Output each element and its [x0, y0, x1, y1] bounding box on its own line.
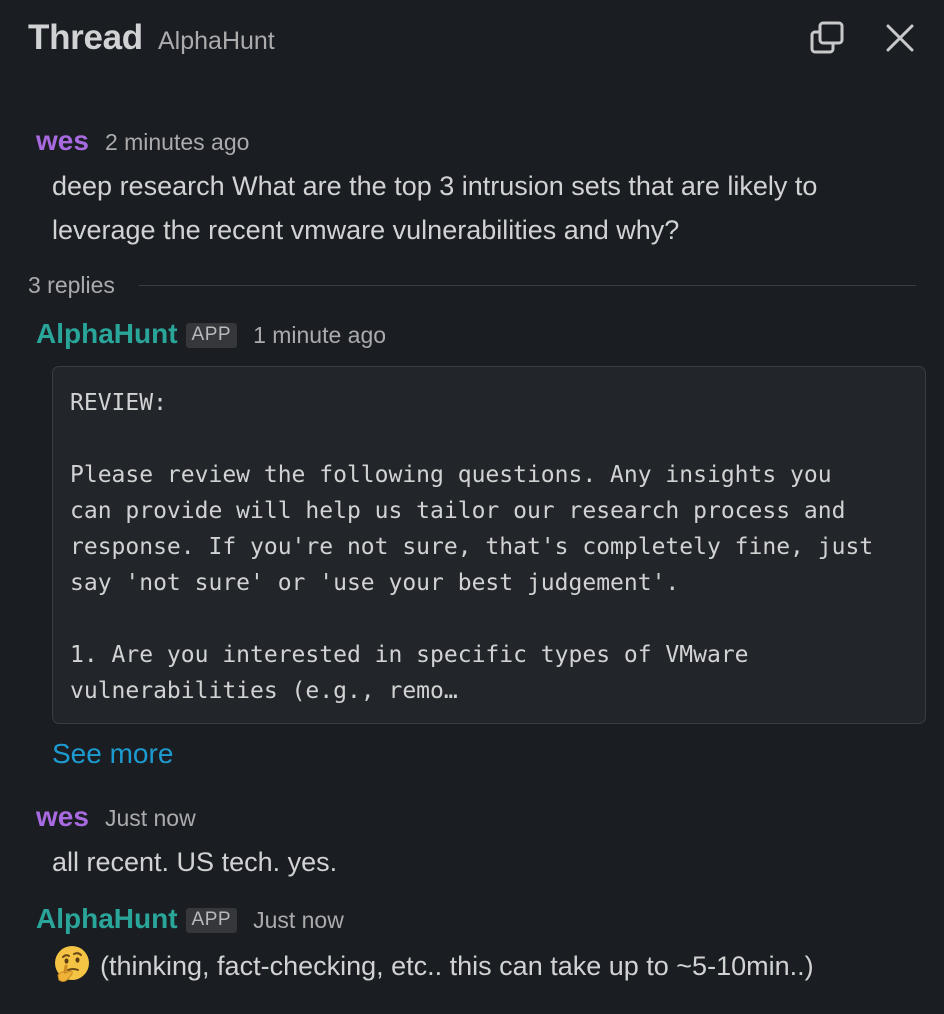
sender-name[interactable]: wes: [36, 801, 89, 833]
message-timestamp[interactable]: Just now: [253, 907, 344, 934]
replies-divider: 3 replies: [28, 268, 916, 302]
code-line: say 'not sure' or 'use your best judgeme…: [70, 570, 680, 596]
message-timestamp[interactable]: 2 minutes ago: [105, 129, 249, 156]
message-timestamp[interactable]: Just now: [105, 805, 196, 832]
thread-title: Thread: [28, 18, 143, 57]
app-badge: APP: [185, 908, 238, 933]
message-line: deep research What are the top 3 intrusi…: [52, 171, 818, 201]
channel-name[interactable]: AlphaHunt: [158, 27, 275, 56]
code-line: vulnerabilities (e.g., remo…: [70, 678, 458, 704]
close-icon: [886, 24, 914, 52]
divider-line: [138, 284, 916, 286]
open-in-new-window-icon: [810, 21, 844, 54]
message-body: all recent. US tech. yes.: [52, 847, 338, 877]
replies-count: 3 replies: [28, 271, 115, 298]
code-line: REVIEW:: [70, 390, 167, 416]
code-line: 1. Are you interested in specific types …: [70, 642, 749, 668]
message-header: AlphaHunt APP Just now: [36, 903, 344, 936]
sender-name[interactable]: AlphaHunt: [36, 318, 178, 350]
code-block: REVIEW: Please review the following ques…: [52, 366, 926, 724]
close-thread-button[interactable]: [878, 16, 922, 60]
sender-name[interactable]: wes: [36, 125, 89, 157]
message-body: (thinking, fact-checking, etc.. this can…: [52, 944, 814, 988]
message-timestamp[interactable]: 1 minute ago: [253, 322, 386, 349]
see-more-link[interactable]: See more: [52, 738, 173, 770]
code-line: can provide will help us tailor our rese…: [70, 498, 846, 524]
open-in-window-button[interactable]: [805, 16, 849, 60]
thread-header: Thread AlphaHunt: [0, 0, 944, 80]
message-body: deep research What are the top 3 intrusi…: [52, 164, 817, 252]
code-line: response. If you're not sure, that's com…: [70, 534, 874, 560]
app-badge: APP: [185, 323, 238, 348]
thinking-face-icon: [55, 946, 89, 982]
sender-name[interactable]: AlphaHunt: [36, 903, 178, 935]
message-line: leverage the recent vmware vulnerabiliti…: [52, 215, 680, 245]
message-header: wes Just now: [36, 801, 196, 833]
message-text: (thinking, fact-checking, etc.. this can…: [100, 951, 814, 981]
message-header: wes 2 minutes ago: [36, 125, 249, 157]
message-header: AlphaHunt APP 1 minute ago: [36, 318, 386, 351]
code-line: Please review the following questions. A…: [70, 462, 832, 488]
